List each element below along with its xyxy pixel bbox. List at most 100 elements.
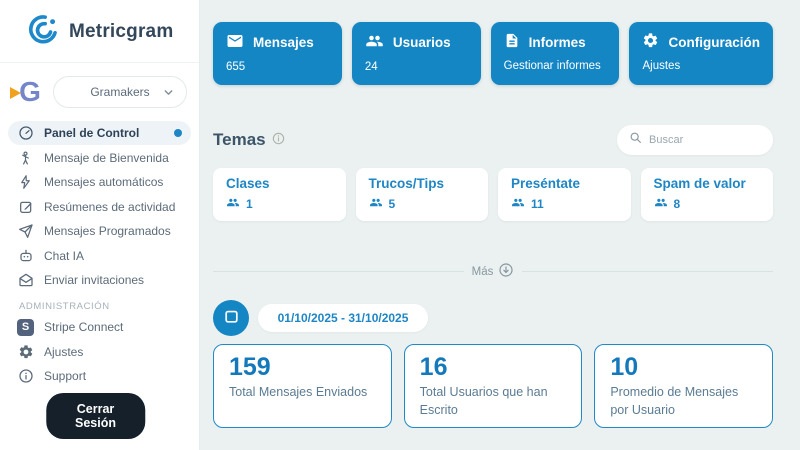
edit-note-icon — [17, 198, 34, 215]
stat-card-total-usuarios: 16 Total Usuarios que han Escrito — [404, 344, 583, 428]
card-configuracion[interactable]: Configuración Ajustes — [629, 22, 773, 85]
stat-value: 159 — [229, 353, 376, 382]
stat-card-promedio-mensajes: 10 Promedio de Mensajes por Usuario — [594, 344, 773, 428]
card-title: Configuración — [668, 35, 760, 50]
workspace-row: G Gramakers — [0, 63, 199, 117]
menu-label: Resúmenes de actividad — [44, 200, 175, 214]
stat-value: 10 — [610, 353, 757, 382]
top-cards-row: Mensajes 655 Usuarios 24 Infor — [213, 22, 773, 85]
metricgram-dashboard: Metricgram G Gramakers Panel de Control — [0, 0, 800, 450]
users-icon — [654, 196, 668, 212]
date-range-row: 01/10/2025 - 31/10/2025 — [213, 300, 773, 336]
divider-line — [213, 271, 464, 272]
temas-header-row: Temas — [213, 125, 773, 155]
card-title: Informes — [529, 35, 586, 50]
stats-row: 159 Total Mensajes Enviados 16 Total Usu… — [213, 344, 773, 428]
topic-count-value: 1 — [246, 197, 253, 211]
users-icon — [365, 32, 384, 53]
card-mensajes[interactable]: Mensajes 655 — [213, 22, 342, 85]
more-label: Más — [472, 266, 494, 278]
topic-card-clases[interactable]: Clases 1 — [213, 168, 346, 221]
topic-count-value: 8 — [674, 197, 681, 211]
metricgram-logo-icon — [27, 13, 60, 51]
info-circle-icon — [17, 368, 34, 385]
card-usuarios[interactable]: Usuarios 24 — [352, 22, 481, 85]
sidebar-item-mensajes-automaticos[interactable]: Mensajes automáticos — [8, 170, 191, 194]
sidebar-item-stripe-connect[interactable]: S Stripe Connect — [8, 315, 191, 339]
gear-icon — [17, 343, 34, 360]
sidebar-item-chat-ia[interactable]: Chat IA — [8, 244, 191, 268]
app-title: Metricgram — [69, 21, 173, 43]
topic-count-value: 11 — [531, 197, 544, 211]
calendar-button[interactable] — [213, 300, 249, 336]
users-icon — [226, 196, 240, 212]
topic-name: Preséntate — [511, 176, 618, 191]
card-title: Usuarios — [393, 35, 451, 50]
main-content: Mensajes 655 Usuarios 24 Infor — [200, 0, 800, 450]
menu-label: Ajustes — [44, 345, 83, 359]
chevron-down-icon — [162, 86, 175, 102]
search-box — [617, 125, 773, 155]
stat-label: Total Mensajes Enviados — [229, 384, 376, 402]
gramakers-avatar: G — [12, 74, 48, 110]
sidebar-menu: Panel de Control Mensaje de Bienvenida M… — [0, 117, 199, 388]
sidebar-item-enviar-invitaciones[interactable]: Enviar invitaciones — [8, 268, 191, 292]
gear-icon — [642, 32, 659, 52]
menu-label: Stripe Connect — [44, 320, 123, 334]
stat-value: 16 — [420, 353, 567, 382]
users-icon — [511, 196, 525, 212]
more-button[interactable]: Más — [472, 262, 515, 281]
topics-row: Clases 1 Trucos/Tips 5 Preséntate 11 — [213, 168, 773, 221]
stat-card-total-mensajes: 159 Total Mensajes Enviados — [213, 344, 392, 428]
menu-label: Mensajes Programados — [44, 224, 171, 238]
card-value: Gestionar informes — [504, 60, 607, 72]
workspace-selector[interactable]: Gramakers — [53, 76, 187, 108]
sidebar-item-support[interactable]: Support — [8, 364, 191, 388]
card-value: 24 — [365, 61, 468, 73]
divider-line — [522, 271, 773, 272]
circle-arrow-down-icon — [498, 262, 514, 281]
users-icon — [369, 196, 383, 212]
stripe-icon: S — [17, 319, 34, 336]
search-input[interactable] — [649, 134, 761, 146]
person-wave-icon — [17, 149, 34, 166]
document-icon — [504, 32, 520, 52]
robot-icon — [17, 247, 34, 264]
app-logo: Metricgram — [0, 0, 199, 62]
sidebar-item-mensaje-de-bienvenida[interactable]: Mensaje de Bienvenida — [8, 146, 191, 170]
topic-card-trucos-tips[interactable]: Trucos/Tips 5 — [356, 168, 489, 221]
sidebar-item-resumenes-de-actividad[interactable]: Resúmenes de actividad — [8, 195, 191, 219]
menu-label: Mensajes automáticos — [44, 175, 163, 189]
paper-plane-icon — [17, 223, 34, 240]
lightning-icon — [17, 174, 34, 191]
topic-count-value: 5 — [389, 197, 396, 211]
topic-card-presentate[interactable]: Preséntate 11 — [498, 168, 631, 221]
sidebar-item-panel-de-control[interactable]: Panel de Control — [8, 121, 191, 145]
active-indicator-dot — [174, 129, 182, 137]
topic-card-spam-de-valor[interactable]: Spam de valor 8 — [641, 168, 774, 221]
envelope-icon — [226, 32, 244, 53]
card-value: Ajustes — [642, 60, 760, 72]
stat-label: Total Usuarios que han Escrito — [420, 384, 567, 419]
sidebar-item-ajustes[interactable]: Ajustes — [8, 340, 191, 364]
logout-button[interactable]: Cerrar Sesión — [46, 393, 146, 439]
envelope-open-icon — [17, 272, 34, 289]
card-value: 655 — [226, 61, 329, 73]
sidebar: Metricgram G Gramakers Panel de Control — [0, 0, 200, 450]
topic-name: Trucos/Tips — [369, 176, 476, 191]
info-icon[interactable] — [272, 130, 285, 150]
menu-label: Support — [44, 369, 86, 383]
menu-label: Mensaje de Bienvenida — [44, 151, 169, 165]
admin-section-label: ADMINISTRACIÓN — [8, 292, 191, 315]
menu-label: Panel de Control — [44, 126, 139, 140]
more-divider: Más — [213, 262, 773, 281]
sidebar-item-mensajes-programados[interactable]: Mensajes Programados — [8, 219, 191, 243]
workspace-name: Gramakers — [90, 85, 149, 99]
menu-label: Chat IA — [44, 249, 84, 263]
stat-label: Promedio de Mensajes por Usuario — [610, 384, 757, 419]
date-range-display[interactable]: 01/10/2025 - 31/10/2025 — [258, 304, 428, 332]
topic-name: Clases — [226, 176, 333, 191]
temas-title: Temas — [213, 130, 266, 150]
card-informes[interactable]: Informes Gestionar informes — [491, 22, 620, 85]
card-title: Mensajes — [253, 35, 314, 50]
